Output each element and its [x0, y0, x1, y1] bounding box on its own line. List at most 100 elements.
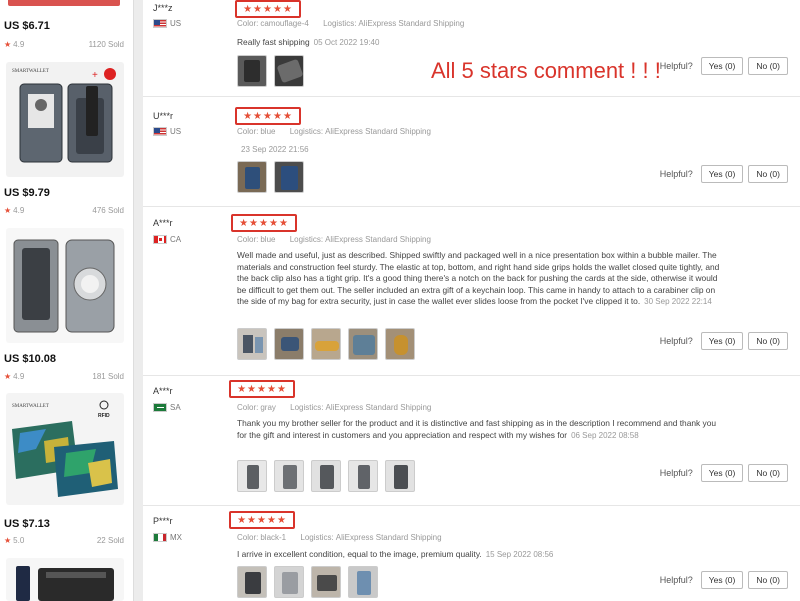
- logistics-value: AliExpress Standard Shipping: [325, 235, 431, 244]
- review-photo-thumbnail[interactable]: [348, 460, 378, 492]
- review-photo-thumbnail[interactable]: [274, 460, 304, 492]
- product-image[interactable]: [6, 558, 124, 601]
- product-rating: 4.9: [13, 206, 25, 215]
- product-sold-count: 476 Sold: [92, 206, 124, 215]
- helpful-yes-button[interactable]: Yes (0): [700, 332, 744, 350]
- product-meta: ★ 4.9 1120 Sold: [4, 40, 124, 49]
- review-photos: [237, 566, 378, 598]
- helpful-no-button[interactable]: No (0): [748, 332, 788, 350]
- rating-star-icon: ★: [4, 536, 12, 545]
- review-photo-thumbnail[interactable]: [237, 161, 267, 193]
- logistics-value: AliExpress Standard Shipping: [325, 127, 431, 136]
- review-photo-thumbnail[interactable]: [274, 161, 304, 193]
- helpful-no-button[interactable]: No (0): [748, 571, 788, 589]
- review-text: Well made and useful, just as described.…: [237, 250, 720, 306]
- gift-icon: [104, 68, 116, 80]
- review-photo-thumbnail[interactable]: [311, 328, 341, 360]
- helpful-vote: Helpful? Yes (0) No (0): [660, 332, 788, 350]
- annotation-overlay-text: All 5 stars comment ! ! !: [431, 58, 661, 83]
- review-date: 06 Sep 2022 08:58: [571, 430, 639, 440]
- review-photo-thumbnail[interactable]: [274, 328, 304, 360]
- svg-text:+: +: [92, 70, 98, 81]
- helpful-no-button[interactable]: No (0): [748, 464, 788, 482]
- reviewer-name: A***r: [153, 386, 173, 396]
- helpful-no-button[interactable]: No (0): [748, 57, 788, 75]
- product-sold-count: 1120 Sold: [88, 40, 124, 49]
- reviewer-country: MX: [153, 533, 182, 542]
- helpful-label: Helpful?: [659, 468, 693, 478]
- helpful-label: Helpful?: [659, 61, 693, 71]
- rating-stars: ★★★★★: [229, 511, 295, 529]
- product-meta: ★ 4.9 476 Sold: [4, 206, 124, 215]
- review-photo-thumbnail[interactable]: [237, 55, 267, 87]
- review-text: 23 Sep 2022 21:56: [237, 144, 727, 156]
- column-divider: [133, 0, 143, 601]
- product-rating: 4.9: [13, 40, 25, 49]
- reviewer-country: CA: [153, 235, 181, 244]
- review-text: Thank you my brother seller for the prod…: [237, 418, 717, 440]
- review-attributes: Color: camouflage-4 Logistics: AliExpress …: [237, 19, 465, 28]
- review-photo-thumbnail[interactable]: [274, 55, 304, 87]
- us-flag-icon: [153, 19, 167, 28]
- color-value: camouflage-4: [260, 19, 309, 28]
- logistics-value: AliExpress Standard Shipping: [358, 19, 465, 28]
- product-image[interactable]: SMARTWALLET RFID: [6, 393, 124, 505]
- helpful-vote: Helpful? Yes (0) No (0): [660, 165, 788, 183]
- review-date: 05 Oct 2022 19:40: [313, 38, 380, 47]
- helpful-yes-button[interactable]: Yes (0): [700, 464, 744, 482]
- product-image[interactable]: SMARTWALLET +: [6, 62, 124, 177]
- review-photos: [237, 328, 415, 360]
- review-photo-thumbnail[interactable]: [348, 328, 378, 360]
- review-text: I arrive in excellent condition, equal t…: [237, 549, 554, 559]
- review-photo-thumbnail[interactable]: [348, 566, 378, 598]
- helpful-yes-button[interactable]: Yes (0): [700, 571, 744, 589]
- review-attributes: Color: blue Logistics: AliExpress Standard…: [237, 235, 431, 244]
- mx-flag-icon: [153, 533, 167, 542]
- review-date: 15 Sep 2022 08:56: [485, 550, 554, 559]
- reviewer-name: U***r: [153, 111, 174, 121]
- reviewer-name: P***r: [153, 516, 173, 526]
- review-photo-thumbnail[interactable]: [274, 566, 304, 598]
- us-flag-icon: [153, 127, 167, 136]
- color-value: black-1: [260, 533, 287, 542]
- review-date: 23 Sep 2022 21:56: [241, 145, 309, 154]
- review-text: Really fast shipping 05 Oct 2022 19:40: [237, 37, 380, 47]
- rating-stars: ★★★★★: [231, 214, 297, 232]
- helpful-label: Helpful?: [659, 575, 693, 585]
- review-attributes: Color: gray Logistics: AliExpress Standard…: [237, 403, 432, 412]
- helpful-vote: Helpful? Yes (0) No (0): [660, 571, 788, 589]
- product-card-top-edge: [8, 0, 120, 6]
- review-photo-thumbnail[interactable]: [385, 328, 415, 360]
- product-price: US $6.71: [4, 20, 50, 32]
- rating-stars: ★★★★★: [235, 107, 301, 125]
- review-photo-thumbnail[interactable]: [311, 460, 341, 492]
- product-price: US $9.79: [4, 187, 50, 199]
- helpful-vote: Helpful? Yes (0) No (0): [660, 464, 788, 482]
- helpful-label: Helpful?: [659, 169, 693, 179]
- reviewer-country: SA: [153, 403, 181, 412]
- review-photo-thumbnail[interactable]: [311, 566, 341, 598]
- product-rating: 5.0: [13, 536, 25, 545]
- reviewer-country: US: [153, 19, 181, 28]
- product-price: US $10.08: [4, 353, 56, 365]
- review-photos: [237, 161, 304, 193]
- product-meta: ★ 4.9 181 Sold: [4, 372, 124, 381]
- review-photo-thumbnail[interactable]: [385, 460, 415, 492]
- review-photo-thumbnail[interactable]: [237, 460, 267, 492]
- helpful-no-button[interactable]: No (0): [748, 165, 788, 183]
- sa-flag-icon: [153, 403, 167, 412]
- review-date: 30 Sep 2022 22:14: [644, 297, 712, 306]
- helpful-label: Helpful?: [659, 336, 693, 346]
- product-sold-count: 181 Sold: [92, 372, 124, 381]
- review-photos: [237, 55, 304, 87]
- helpful-yes-button[interactable]: Yes (0): [700, 165, 744, 183]
- helpful-yes-button[interactable]: Yes (0): [700, 57, 744, 75]
- reviewer-name: A***r: [153, 218, 173, 228]
- rating-stars: ★★★★★: [229, 380, 295, 398]
- review-photo-thumbnail[interactable]: [237, 566, 267, 598]
- rating-star-icon: ★: [4, 372, 12, 381]
- review-item: U***r US ★★★★★ Color: blue Logistics: AliE…: [143, 97, 800, 207]
- product-image[interactable]: [6, 228, 124, 343]
- color-value: gray: [260, 403, 276, 412]
- review-photo-thumbnail[interactable]: [237, 328, 267, 360]
